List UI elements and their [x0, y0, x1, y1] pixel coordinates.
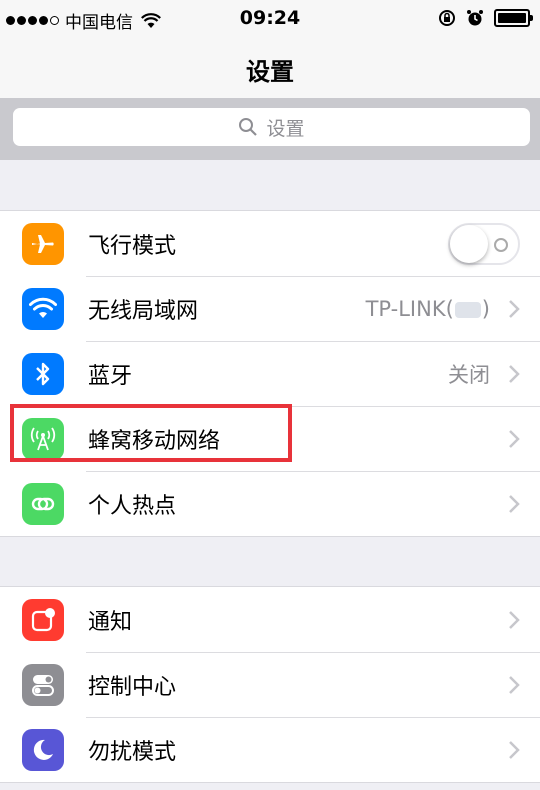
alarm-icon [467, 10, 483, 26]
row-label: 蓝牙 [88, 363, 133, 389]
notifications-icon [22, 598, 64, 641]
status-right [438, 9, 533, 27]
chevron-right-icon [509, 494, 520, 513]
search-input[interactable]: 设置 [13, 108, 530, 146]
row-label: 飞行模式 [88, 233, 177, 259]
do-not-disturb-icon [22, 728, 64, 771]
redacted-block [454, 301, 481, 318]
row-label: 无线局域网 [88, 298, 199, 324]
hotspot-icon [22, 482, 64, 525]
search-placeholder: 设置 [266, 117, 305, 140]
chevron-right-icon [509, 740, 520, 759]
row-label: 通知 [88, 609, 133, 635]
row-label: 控制中心 [88, 674, 177, 700]
settings-row-control-center[interactable]: 控制中心 [0, 652, 540, 717]
bluetooth-icon [22, 352, 64, 395]
battery-icon [494, 9, 533, 27]
settings-row-do-not-disturb[interactable]: 勿扰模式 [0, 717, 540, 782]
status-bar: 中国电信 09:24 [0, 0, 540, 36]
chevron-right-icon [509, 675, 520, 694]
airplane-mode-toggle[interactable] [448, 222, 520, 265]
settings-row-airplane-mode[interactable]: 飞行模式 [0, 211, 540, 276]
navigation-bar: 设置 [0, 36, 540, 98]
wifi-network-name: TP-LINK() [365, 296, 490, 321]
chevron-right-icon [509, 364, 520, 383]
chevron-right-icon [509, 429, 520, 448]
settings-row-bluetooth[interactable]: 蓝牙 关闭 [0, 341, 540, 406]
settings-group-system: 通知 控制中心 勿扰模式 [0, 586, 540, 783]
search-icon [239, 118, 258, 136]
control-center-icon [22, 663, 64, 706]
settings-row-wifi[interactable]: 无线局域网 TP-LINK() [0, 276, 540, 341]
page-title: 设置 [246, 58, 294, 86]
row-label: 个人热点 [88, 493, 177, 519]
wifi-icon [22, 287, 64, 330]
settings-row-cellular[interactable]: 蜂窝移动网络 [0, 406, 540, 471]
settings-row-notifications[interactable]: 通知 [0, 587, 540, 652]
row-label: 蜂窝移动网络 [88, 428, 221, 454]
toggle-knob [450, 224, 488, 263]
toggle-off-indicator [494, 237, 508, 252]
airplane-icon [22, 222, 64, 265]
row-label: 勿扰模式 [88, 739, 177, 765]
search-bar: 设置 [0, 98, 540, 160]
bluetooth-status: 关闭 [448, 362, 490, 387]
settings-row-personal-hotspot[interactable]: 个人热点 [0, 471, 540, 536]
cellular-icon [22, 417, 64, 460]
chevron-right-icon [509, 299, 520, 318]
rotation-lock-icon [439, 10, 455, 26]
chevron-right-icon [509, 610, 520, 629]
settings-group-connectivity: 飞行模式 无线局域网 TP-LINK() 蓝牙 关闭 蜂窝移动网络 个人热点 [0, 210, 540, 537]
